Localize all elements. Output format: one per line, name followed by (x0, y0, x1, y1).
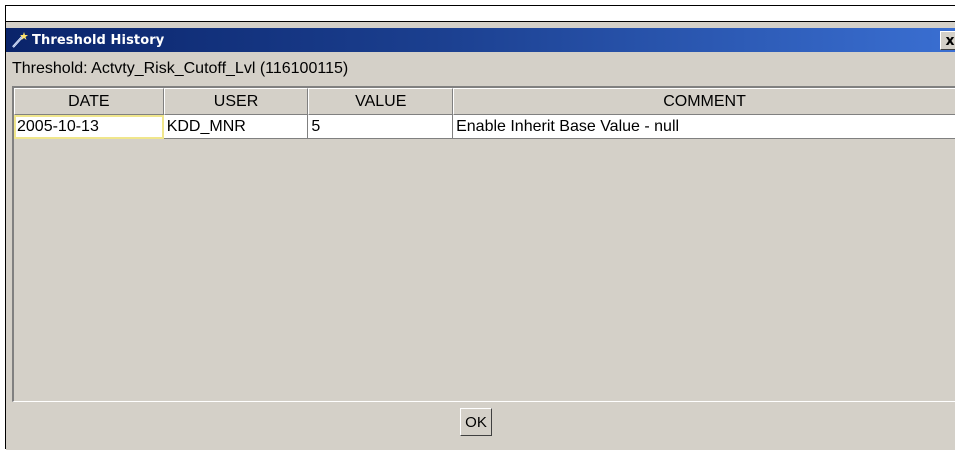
cell-value[interactable]: 5 (308, 115, 454, 139)
window-title: Threshold History (32, 32, 165, 48)
threshold-label: Threshold: Actvty_Risk_Cutoff_Lvl (11610… (12, 60, 349, 77)
ok-button[interactable]: OK (460, 408, 492, 436)
column-header-user[interactable]: USER (163, 88, 309, 115)
top-strip (6, 6, 955, 22)
table-row[interactable]: 2005-10-13 KDD_MNR 5 Enable Inherit Base… (14, 115, 955, 139)
close-button[interactable]: x (940, 31, 955, 50)
column-header-comment[interactable]: COMMENT (453, 88, 955, 115)
column-header-date[interactable]: DATE (14, 88, 164, 115)
cell-user[interactable]: KDD_MNR (163, 115, 309, 139)
title-bar[interactable]: Threshold History x (6, 28, 955, 52)
close-icon: x (945, 32, 955, 49)
wand-icon (12, 32, 28, 48)
cell-date[interactable]: 2005-10-13 (14, 115, 164, 139)
dialog-frame: Threshold History x Threshold: Actvty_Ri… (5, 5, 955, 450)
cell-comment[interactable]: Enable Inherit Base Value - null (453, 115, 955, 139)
column-header-value[interactable]: VALUE (308, 88, 454, 115)
table-header: DATE USER VALUE COMMENT (14, 88, 955, 115)
history-table[interactable]: DATE USER VALUE COMMENT 2005-10-13 KDD_M… (12, 86, 955, 402)
